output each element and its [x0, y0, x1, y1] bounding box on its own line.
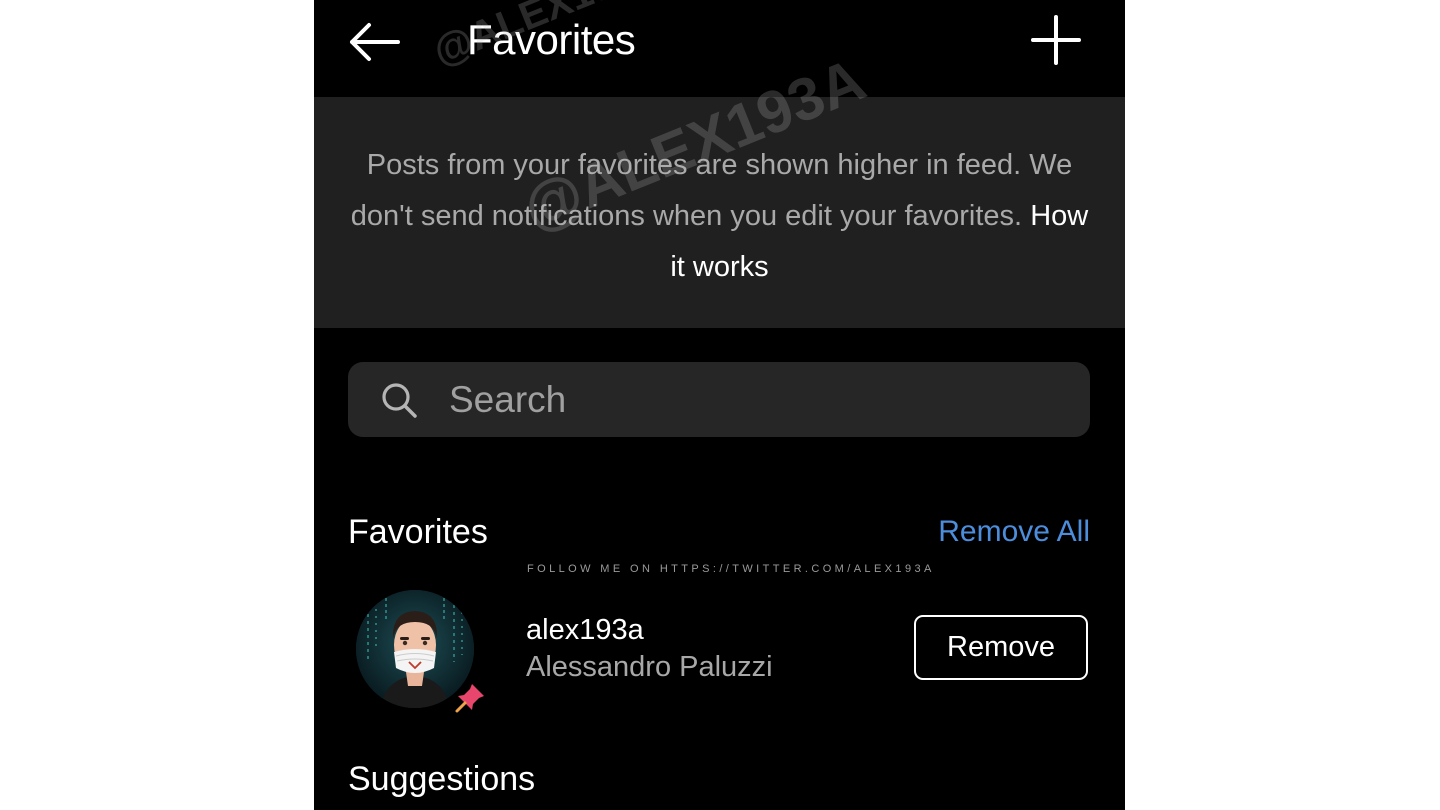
watermark-footer-text: FOLLOW ME ON HTTPS://TWITTER.COM/ALEX193…	[527, 563, 935, 575]
search-bar[interactable]	[348, 362, 1090, 437]
favorite-username[interactable]: alex193a	[526, 612, 644, 648]
pin-icon	[455, 684, 484, 713]
add-favorite-button[interactable]	[1026, 10, 1086, 70]
favorites-screen: Favorites Posts from your favorites are …	[314, 0, 1125, 810]
suggestions-section-title: Suggestions	[348, 760, 536, 798]
favorites-section-title: Favorites	[348, 513, 488, 551]
search-input[interactable]	[449, 362, 1049, 437]
plus-icon	[1031, 15, 1081, 65]
search-icon	[382, 383, 417, 418]
remove-all-button[interactable]: Remove All	[938, 512, 1090, 552]
back-button[interactable]	[344, 14, 404, 70]
arrow-left-icon	[350, 23, 400, 61]
favorite-full-name: Alessandro Paluzzi	[526, 651, 773, 683]
remove-favorite-button[interactable]: Remove	[914, 615, 1088, 680]
